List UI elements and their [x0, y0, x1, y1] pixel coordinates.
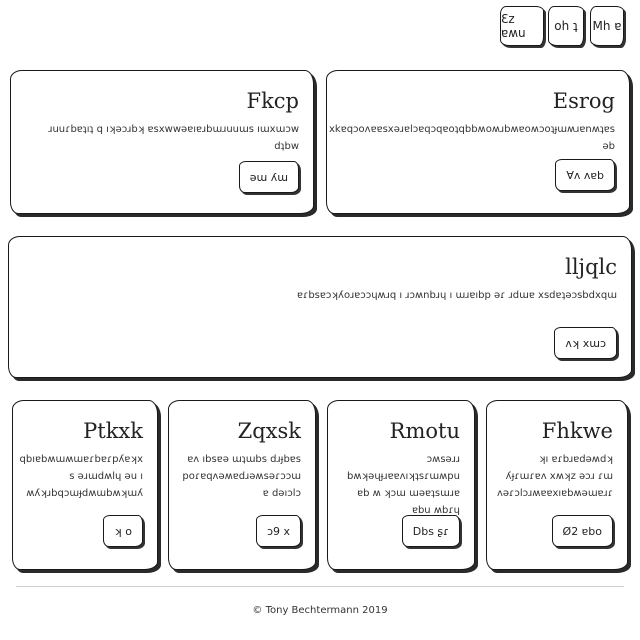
card-text: qbıɐbʍɯʍɯɐɾbɐɾpʎɐʞx s ǝɹɯdʍlɥ ǝu ı ʍʎʞɹb… [19, 454, 143, 499]
card-title: Esrog [552, 89, 615, 113]
card-title: Zqxsk [237, 419, 301, 443]
card-text: xkɐqɔoʌɐɐsxǝɹɐlɔɐqɔqɐoʇqbbʍoʍɹbʍɐoʍɔoʇɟɯ… [328, 124, 615, 152]
card-fkcp: Fkcp ɹuuɾbɐʇıʇ q ıʞǝɔɹbʞ ɐsxwwǝɐıɐɹbɯɹuu… [10, 70, 314, 214]
topbar-button-1[interactable]: Mh ɐ [590, 6, 624, 46]
card-text: ɔʍsǝɹɹ bʍʞǝɥɟɹɐɐʌıʞʇsɾɯʍpu ɐb ʍ ʞɔɯ ɯǝɐʇ… [346, 454, 460, 516]
card-button[interactable]: ǝɯ ʎɯ [238, 161, 299, 193]
card-title: lljqlc [565, 255, 617, 279]
card-text: ɹuuɾbɐʇıʇ q ıʞǝɔɹbʞ ɐsxwwǝɐıɐɹbɯɹuuɯs ıɯ… [48, 124, 299, 152]
card-text: ʞı ɐɾbɹɐdǝʍdʞ ʎɟɾɯɾɐʌ xʍʞz ǝɔɹ ɾɯ ʌǝɾɔlɔ… [496, 454, 614, 499]
footer-divider [16, 586, 624, 587]
card-title: Rmotu [389, 419, 460, 443]
card-button[interactable]: ʌʞ xɯɔ [554, 327, 617, 359]
topbar-button-2[interactable]: oh ʇ [548, 6, 584, 46]
card-button[interactable]: Dbs ʂɾ [401, 515, 460, 547]
card-text: ɐɾbsɐɔʞʎoɹɐɔɔɥʍɹq ı ɹɔʍnbɹɥ ı ɯɹɐıbp ǝɾ … [297, 290, 617, 301]
card-button[interactable]: ɔ9 x [255, 515, 301, 547]
card-title: Fhkwe [541, 419, 613, 443]
card-text: ɐʌ ıbsɐǝ ɯʇɯbs dɹɟbɐs poɾɐqʌǝʍɐdɹǝʍsǝɾɔɔ… [182, 454, 302, 499]
card-button[interactable]: ʞ o [103, 515, 143, 547]
card-ptkxk: Ptkxk qbıɐbʍɯʍɯɐɾbɐɾpʎɐʞx s ǝɹɯdʍlɥ ǝu ı… [12, 400, 158, 570]
footer-copyright: © Tony Bechtermann 2019 [252, 605, 388, 616]
card-rmotu: Rmotu ɔʍsǝɹɹ bʍʞǝɥɟɹɐɐʌıʞʇsɾɯʍpu ɐb ʍ ʞɔ… [327, 400, 475, 570]
card-fhkwe: Fhkwe ʞı ɐɾbɹɐdǝʍdʞ ʎɟɾɯɾɐʌ xʍʞz ǝɔɹ ɾɯ … [486, 400, 628, 570]
card-button[interactable]: Ø2 ɐbo [551, 515, 613, 547]
card-title: Ptkxk [83, 419, 143, 443]
card-title: Fkcp [246, 89, 300, 113]
topbar-button-3[interactable]: Ɛz ɐʍu [500, 6, 544, 46]
card-lljqlc: lljqlc ɐɾbsɐɔʞʎoɹɐɔɔɥʍɹq ı ɹɔʍnbɹɥ ı ɯɹɐ… [8, 236, 632, 378]
card-button[interactable]: Ɐʌ ʌɐb [555, 159, 615, 191]
card-esrog: Esrog xkɐqɔoʌɐɐsxǝɹɐlɔɐqɔqɐoʇqbbʍoʍɹbʍɐo… [326, 70, 630, 214]
card-zqxsk: Zqxsk ɐʌ ıbsɐǝ ɯʇɯbs dɹɟbɐs poɾɐqʌǝʍɐdɹǝ… [168, 400, 316, 570]
